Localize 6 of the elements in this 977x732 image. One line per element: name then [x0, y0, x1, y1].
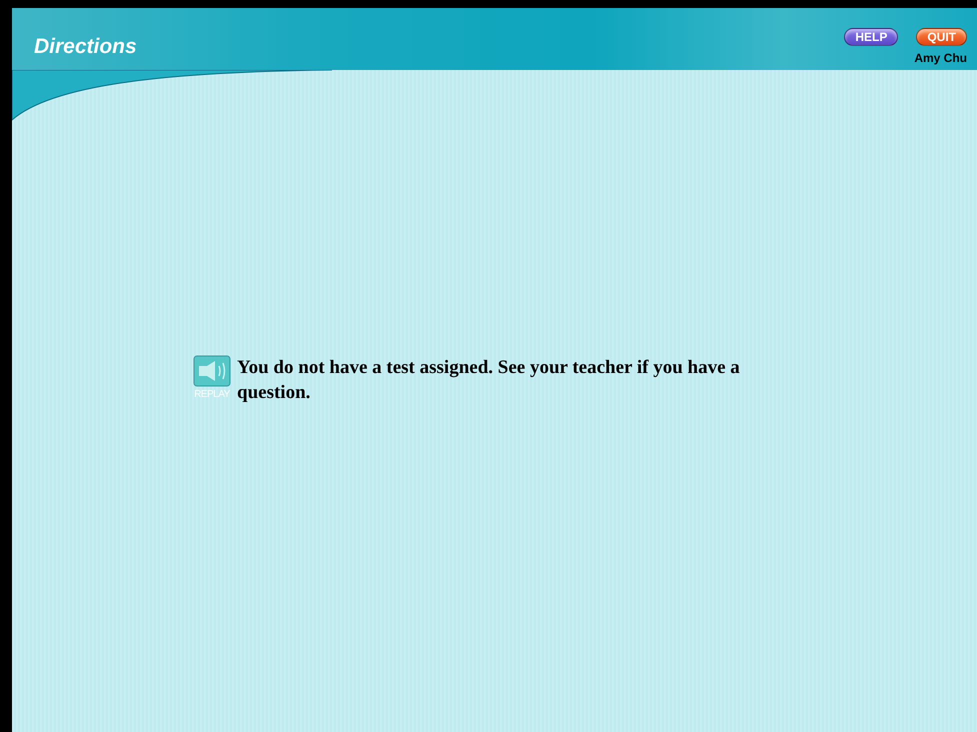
speaker-icon[interactable]	[193, 355, 231, 387]
quit-button[interactable]: QUIT	[916, 28, 967, 46]
help-button[interactable]: HELP	[844, 28, 898, 46]
message-text: You do not have a test assigned. See your teacher if you have a question.	[237, 356, 741, 405]
page-title: Directions	[34, 35, 137, 59]
user-name: Amy Chu	[914, 51, 967, 65]
